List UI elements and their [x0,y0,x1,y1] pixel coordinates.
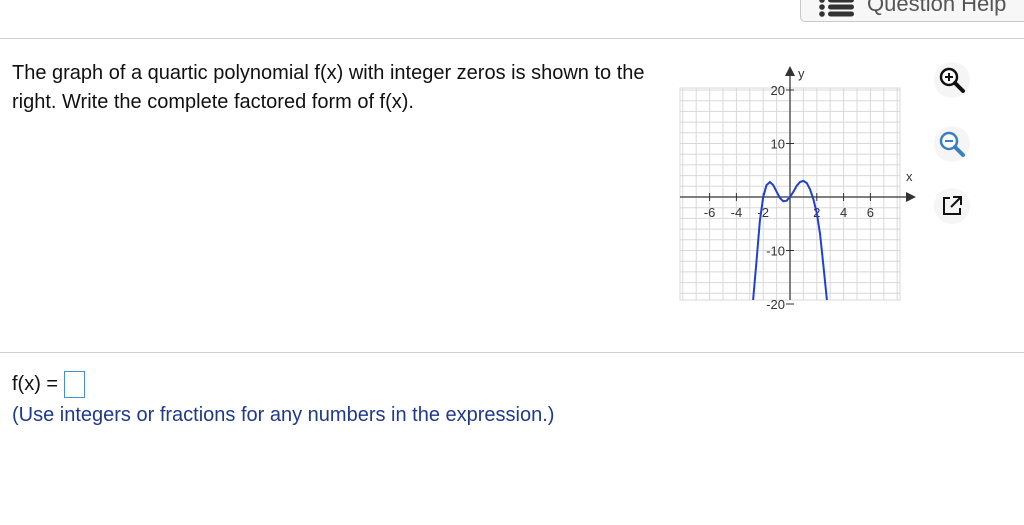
question-help-button[interactable]: Question Help [800,0,1024,22]
x-tick-label: -2 [757,205,769,220]
list-icon [819,0,854,17]
y-tick-label: -10 [766,244,785,259]
zoom-out-icon [939,131,965,157]
polynomial-curve [752,179,828,301]
y-axis-label: y [798,66,805,81]
popout-icon [943,196,962,215]
x-tick-label: -6 [704,205,716,220]
graph-panel: x y -6 -4 -2 2 4 6 20 10 -10 -20 [0,0,1024,340]
answer-input[interactable] [64,371,86,398]
zoom-in-icon [939,67,965,93]
plot-area [679,87,901,301]
top-divider [0,38,1024,39]
x-axis-label: x [906,169,913,184]
question-help-label: Question Help [867,0,1007,16]
zoom-in-button[interactable] [934,62,970,98]
popout-button[interactable] [934,188,970,224]
y-axis-arrow [785,66,795,76]
question-text: The graph of a quartic polynomial f(x) w… [12,62,645,113]
answer-row: f(x) = [12,371,86,398]
answer-divider [0,352,1024,353]
y-tick-label: -20 [766,297,785,312]
y-tick-label: 10 [771,137,785,152]
y-tick-label: 20 [771,83,785,98]
x-axis-arrow [906,192,916,202]
answer-hint: (Use integers or fractions for any numbe… [12,404,555,426]
x-tick-label: 6 [867,205,874,220]
x-tick-label: 2 [813,205,820,220]
polynomial-graph: x y -6 -4 -2 2 4 6 20 10 -10 -20 [679,66,916,312]
x-tick-label: 4 [840,205,847,220]
zoom-out-button[interactable] [934,126,970,162]
x-tick-label: -4 [731,205,743,220]
answer-label: f(x) = [12,373,59,395]
